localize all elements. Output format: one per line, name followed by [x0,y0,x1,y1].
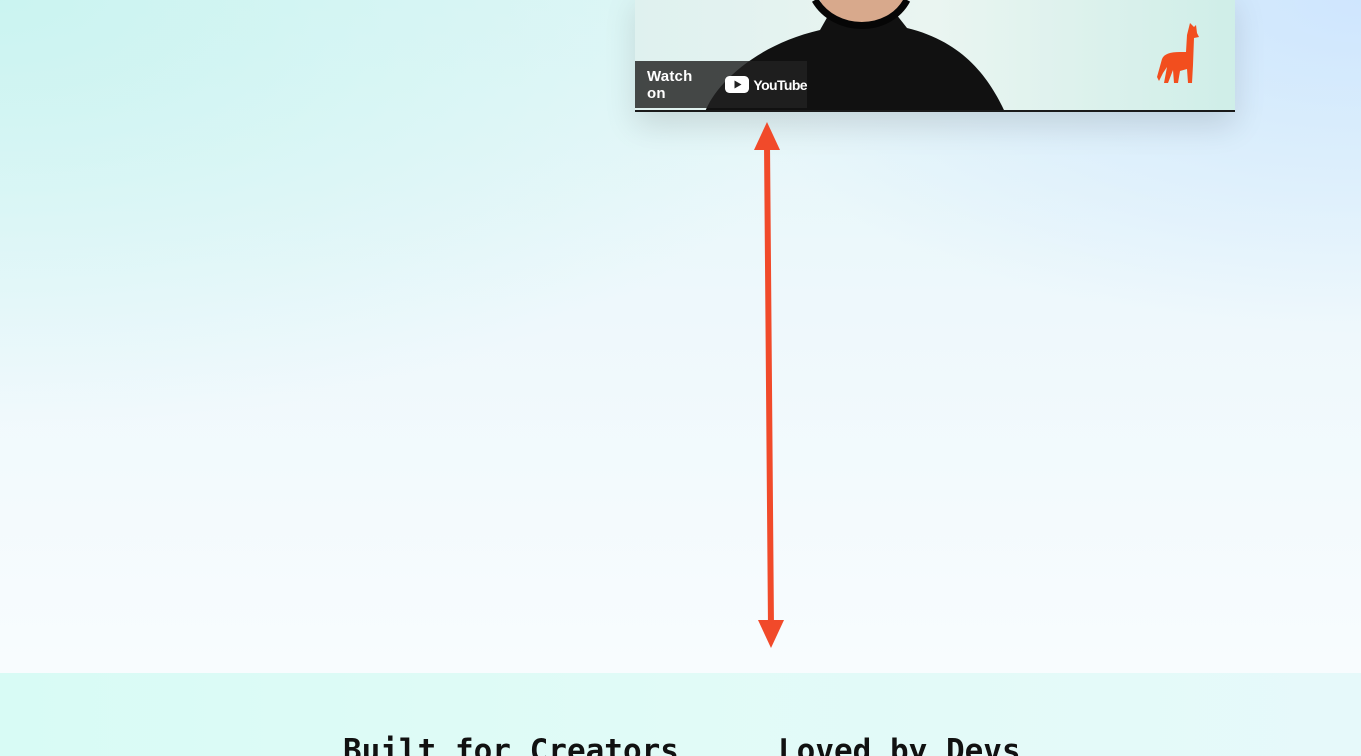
loved-by-devs-heading: Loved by Devs [778,733,1021,756]
video-progress-line [635,110,1235,112]
youtube-video-embed[interactable]: Watch on YouTube [635,0,1235,112]
watch-on-label: Watch on [647,67,693,102]
youtube-logo: YouTube [725,76,808,93]
llama-logo-icon [1157,23,1199,83]
youtube-play-icon [725,76,750,93]
youtube-wordmark: YouTube [753,76,807,93]
features-section: Built for Creators Loved by Devs [0,673,1361,756]
built-for-creators-heading: Built for Creators [343,733,679,756]
watch-on-youtube-button[interactable]: Watch on YouTube [635,61,808,108]
double-headed-arrow-annotation [754,122,784,648]
